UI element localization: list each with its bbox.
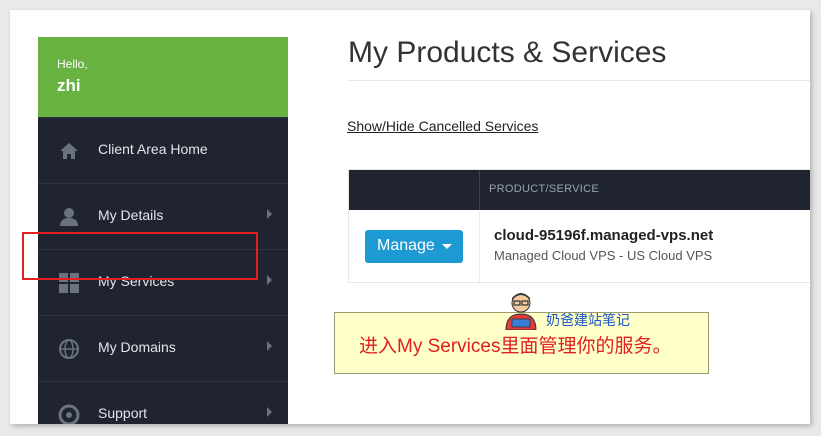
annotation-text: 进入My Services里面管理你的服务。 [359, 336, 672, 357]
chevron-right-icon [267, 275, 272, 285]
table-header: PRODUCT/SERVICE [349, 170, 810, 210]
greeting-label: Hello, [57, 57, 88, 71]
username: zhi [57, 76, 81, 95]
table-row[interactable]: Manage cloud-95196f.managed-vps.net Mana… [349, 211, 810, 282]
greeting-panel: Hello, zhi [38, 37, 288, 117]
lifebuoy-icon [58, 404, 80, 424]
services-table: PRODUCT/SERVICE Manage cloud-95196f.mana… [348, 169, 810, 283]
title-divider [348, 80, 810, 81]
avatar-icon [505, 293, 537, 330]
manage-button[interactable]: Manage [365, 230, 463, 263]
sidebar-item-label: Client Area Home [98, 141, 208, 157]
service-name[interactable]: cloud-95196f.managed-vps.net [494, 227, 713, 244]
sidebar-item-label: My Details [98, 207, 164, 223]
column-divider [479, 170, 480, 210]
chevron-right-icon [267, 407, 272, 417]
user-icon [60, 208, 78, 226]
sidebar-item-my-domains[interactable]: My Domains [38, 315, 288, 381]
watermark-text: 奶爸建站笔记 [546, 312, 630, 328]
sidebar-item-label: Support [98, 405, 148, 421]
highlight-annotation [22, 232, 258, 280]
sidebar-item-support[interactable]: Support [38, 381, 288, 424]
app-window: Hello, zhi Client Area Home My Details M… [10, 10, 810, 424]
home-icon [60, 143, 78, 159]
column-divider [479, 211, 480, 282]
globe-icon [59, 339, 79, 359]
column-header-product-service[interactable]: PRODUCT/SERVICE [489, 183, 599, 195]
chevron-right-icon [267, 209, 272, 219]
chevron-down-icon [442, 244, 452, 249]
sidebar-item-label: My Domains [98, 339, 176, 355]
chevron-right-icon [267, 341, 272, 351]
sidebar: Hello, zhi Client Area Home My Details M… [38, 37, 288, 424]
service-description: Managed Cloud VPS - US Cloud VPS [494, 248, 713, 263]
page-title: My Products & Services [348, 36, 667, 69]
show-hide-cancelled-link[interactable]: Show/Hide Cancelled Services [347, 118, 538, 134]
sidebar-item-client-area-home[interactable]: Client Area Home [38, 117, 288, 183]
manage-button-label: Manage [377, 237, 435, 254]
